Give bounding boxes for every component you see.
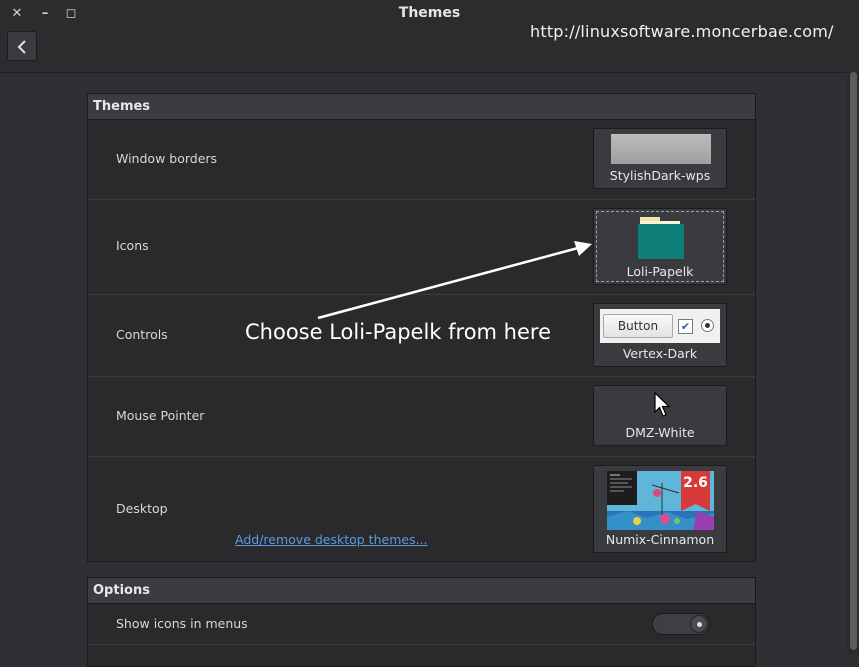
row-label: Show icons in menus	[116, 616, 248, 631]
annotation-text: Choose Loli-Papelk from here	[245, 320, 552, 344]
show-icons-in-menus-toggle[interactable]	[652, 613, 710, 635]
toggle-knob	[690, 615, 708, 633]
options-header: Options	[88, 578, 755, 604]
